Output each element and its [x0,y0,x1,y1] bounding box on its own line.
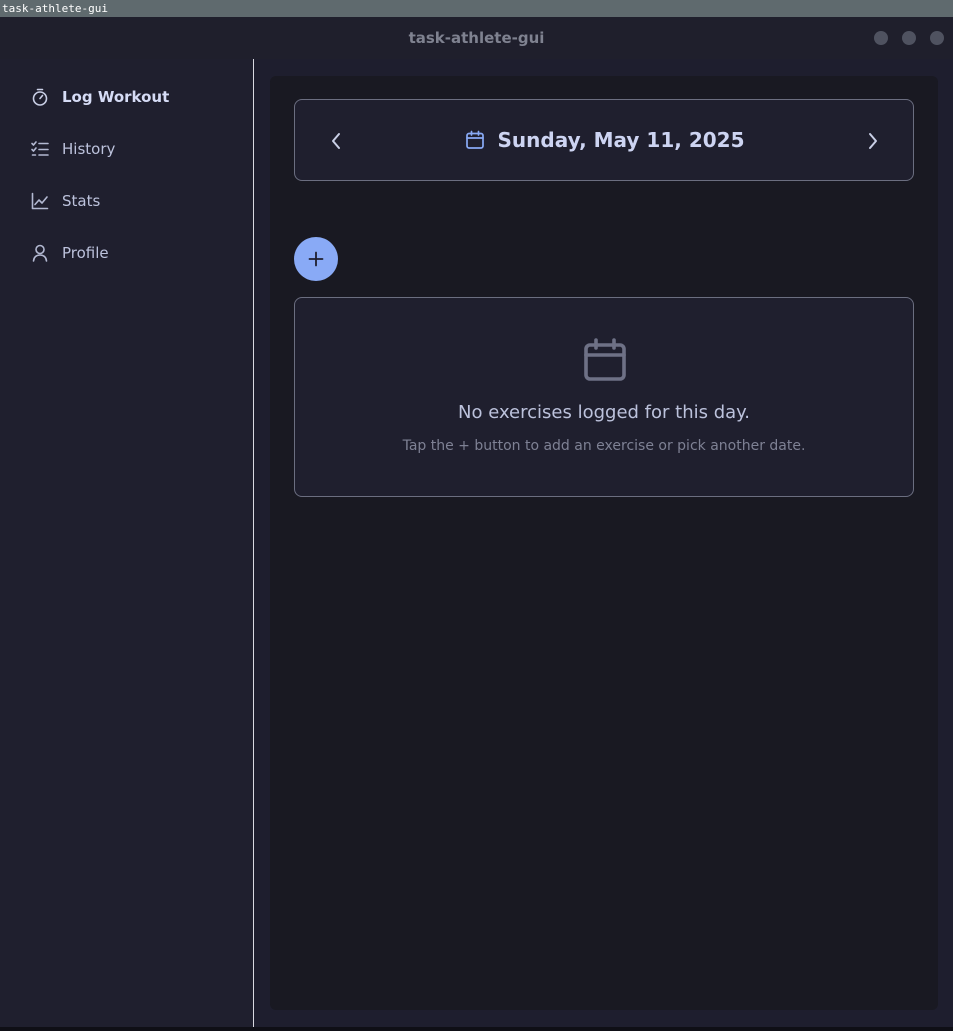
sidebar-item-stats[interactable]: Stats [30,189,100,213]
checklist-icon [30,139,50,159]
sidebar-item-label: Stats [62,192,101,210]
selected-date[interactable]: Sunday, May 11, 2025 [498,128,745,152]
window-titlebar: task-athlete-gui [0,17,953,59]
empty-hint: Tap the + button to add an exercise or p… [402,438,806,454]
window-title: task-athlete-gui [408,29,545,47]
window-bottom-edge [0,1027,953,1031]
sidebar-item-profile[interactable]: Profile [30,241,109,265]
calendar-icon [464,129,486,151]
main-content: Sunday, May 11, 2025 No exercises logged… [270,76,938,1010]
os-title-bar: task-athlete-gui [0,0,953,17]
sidebar-divider [253,59,254,1027]
chevron-right-icon[interactable] [861,129,885,153]
add-exercise-button[interactable] [294,237,338,281]
sidebar-item-label: History [62,140,116,158]
stopwatch-icon [30,87,50,107]
sidebar: Log Workout History Stats Profile [0,59,253,1027]
empty-state: No exercises logged for this day. Tap th… [294,297,914,497]
sidebar-item-label: Log Workout [62,88,170,106]
os-title: task-athlete-gui [2,2,108,15]
sidebar-item-history[interactable]: History [30,137,115,161]
user-icon [30,243,50,263]
empty-message: No exercises logged for this day. [458,402,750,423]
sidebar-item-label: Profile [62,244,109,262]
maximize-button[interactable] [902,31,916,45]
minimize-button[interactable] [874,31,888,45]
sidebar-item-log-workout[interactable]: Log Workout [30,85,169,109]
close-button[interactable] [930,31,944,45]
line-chart-icon [30,191,50,211]
calendar-icon [581,336,629,384]
date-navigator: Sunday, May 11, 2025 [294,99,914,181]
plus-icon [307,250,325,268]
